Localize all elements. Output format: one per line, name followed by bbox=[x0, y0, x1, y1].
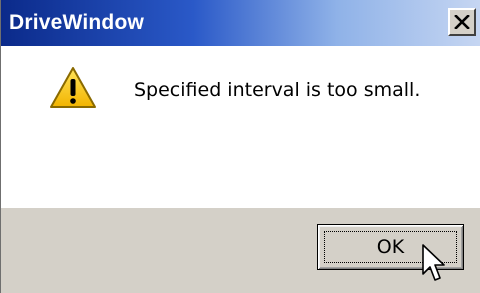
warning-icon bbox=[50, 67, 96, 108]
message-text: Specified interval is too small. bbox=[134, 79, 421, 101]
close-button[interactable] bbox=[448, 8, 476, 36]
title-bar[interactable]: DriveWindow bbox=[1, 0, 480, 46]
dialog-window: DriveWindow Specified interval is too sm… bbox=[0, 0, 480, 293]
window-title: DriveWindow bbox=[9, 11, 145, 34]
close-icon bbox=[454, 15, 470, 29]
mouse-cursor-icon bbox=[422, 244, 445, 281]
